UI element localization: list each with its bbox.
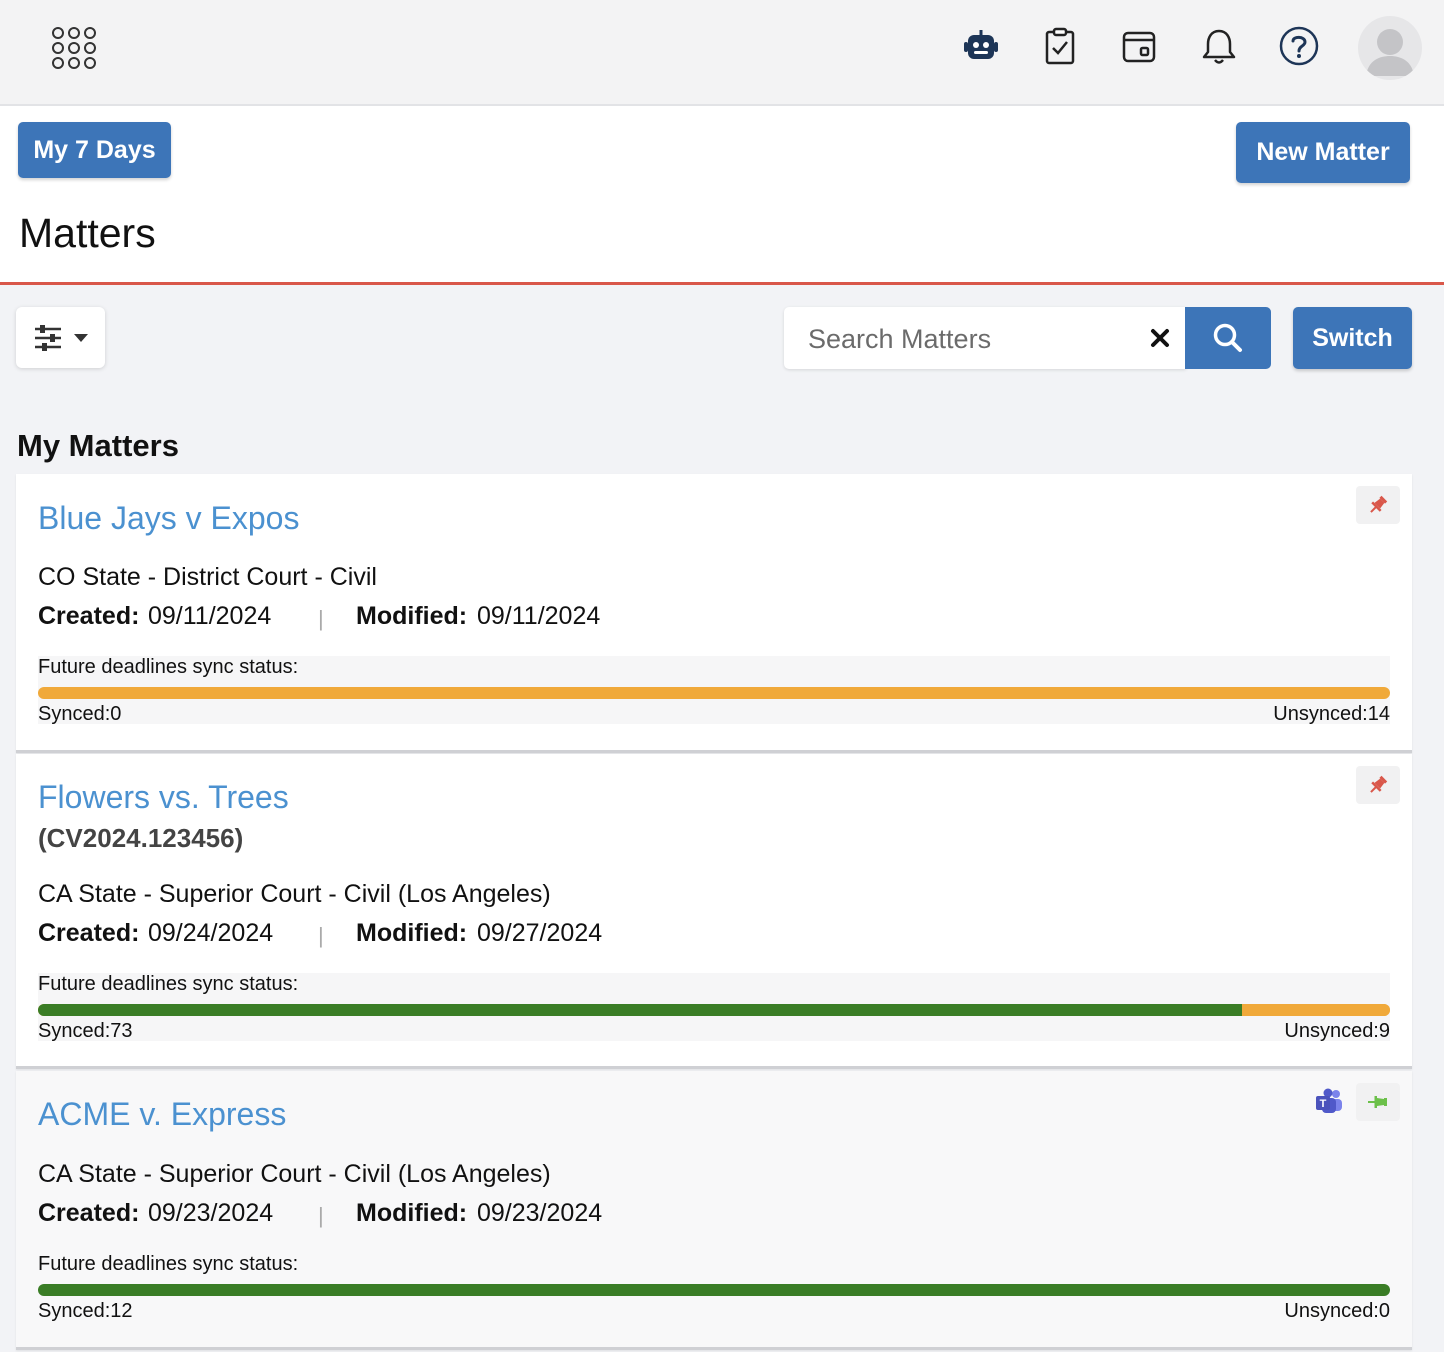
matter-title-link[interactable]: Flowers vs. Trees	[38, 779, 289, 816]
page-title: Matters	[19, 210, 156, 256]
pin-icon	[1370, 495, 1388, 513]
created-label: Created:	[38, 919, 140, 947]
case-number: (CV2024.123456)	[38, 823, 244, 853]
sync-progress-bar	[38, 687, 1390, 699]
clear-search-icon[interactable]	[1148, 326, 1172, 350]
modified-date: 09/23/2024	[477, 1199, 603, 1227]
created-label: Created:	[38, 602, 140, 630]
matter-card: ACME v. Express T CA State - Superior Co…	[16, 1071, 1412, 1350]
switch-button[interactable]: Switch	[1293, 307, 1412, 369]
caret-down-icon	[73, 333, 88, 342]
pin-icon	[1368, 1096, 1387, 1108]
court-name: CA State - Superior Court - Civil (Los A…	[38, 880, 551, 908]
my-7-days-button[interactable]: My 7 Days	[18, 122, 171, 178]
matter-title-link[interactable]: Blue Jays v Expos	[38, 500, 299, 537]
sync-status: Future deadlines sync status: Synced:12 …	[38, 1253, 1390, 1322]
svg-text:T: T	[1320, 1098, 1327, 1110]
matter-dates: Created: 09/11/2024 | Modified: 09/11/20…	[38, 602, 838, 632]
unsynced-count: Unsynced:14	[1273, 703, 1390, 725]
sync-status: Future deadlines sync status: Synced:0 U…	[38, 656, 1390, 725]
matter-card: Blue Jays v Expos CO State - District Co…	[16, 474, 1412, 753]
sync-status-label: Future deadlines sync status:	[38, 1253, 299, 1275]
modified-label: Modified:	[356, 1199, 468, 1227]
unsynced-fill	[1241, 1004, 1390, 1016]
modified-date: 09/27/2024	[477, 919, 603, 947]
pin-button[interactable]	[1356, 486, 1400, 524]
court-name: CO State - District Court - Civil	[38, 563, 377, 591]
matter-dates: Created: 09/23/2024 | Modified: 09/23/20…	[38, 1199, 838, 1229]
divider: |	[318, 923, 324, 948]
matter-title-link[interactable]: ACME v. Express	[38, 1096, 286, 1133]
synced-count: Synced:0	[38, 703, 122, 725]
unpin-button[interactable]	[1356, 1083, 1400, 1121]
created-label: Created:	[38, 1199, 140, 1227]
sync-status: Future deadlines sync status: Synced:73 …	[38, 973, 1390, 1042]
apps-grid-icon[interactable]	[52, 27, 96, 69]
divider: |	[318, 606, 324, 631]
modified-date: 09/11/2024	[477, 602, 601, 630]
search-input[interactable]	[806, 321, 1140, 357]
teams-icon[interactable]: T	[1314, 1087, 1344, 1117]
top-navigation-bar	[0, 0, 1444, 106]
search-button[interactable]	[1185, 307, 1271, 369]
sliders-icon	[34, 324, 61, 351]
robot-icon[interactable]	[959, 24, 1003, 68]
created-date: 09/24/2024	[148, 919, 274, 947]
bell-icon[interactable]	[1197, 24, 1241, 68]
modified-label: Modified:	[356, 602, 468, 630]
pin-button[interactable]	[1356, 766, 1400, 804]
new-matter-button[interactable]: New Matter	[1236, 122, 1410, 183]
section-title: My Matters	[17, 428, 179, 463]
sync-status-label: Future deadlines sync status:	[38, 973, 299, 995]
divider: |	[318, 1203, 324, 1228]
avatar[interactable]	[1358, 16, 1422, 80]
sync-progress-bar	[38, 1284, 1390, 1296]
synced-count: Synced:73	[38, 1020, 133, 1042]
created-date: 09/11/2024	[148, 602, 272, 630]
synced-count: Synced:12	[38, 1300, 133, 1322]
matter-card: Flowers vs. Trees (CV2024.123456) CA Sta…	[16, 754, 1412, 1069]
court-name: CA State - Superior Court - Civil (Los A…	[38, 1160, 551, 1188]
unsynced-count: Unsynced:0	[1284, 1300, 1390, 1322]
clipboard-check-icon[interactable]	[1038, 24, 1082, 68]
filter-dropdown-button[interactable]	[16, 307, 105, 368]
search-field	[784, 307, 1186, 369]
page-header: My 7 Days New Matter Matters	[0, 106, 1444, 285]
sync-status-label: Future deadlines sync status:	[38, 656, 299, 678]
synced-fill	[38, 1284, 1390, 1296]
matter-dates: Created: 09/24/2024 | Modified: 09/27/20…	[38, 919, 838, 949]
help-icon[interactable]	[1277, 24, 1321, 68]
sync-progress-bar	[38, 1004, 1390, 1016]
modified-label: Modified:	[356, 919, 468, 947]
unsynced-fill	[38, 687, 1390, 699]
synced-fill	[38, 1004, 1242, 1016]
search-icon	[1213, 323, 1242, 352]
created-date: 09/23/2024	[148, 1199, 274, 1227]
unsynced-count: Unsynced:9	[1284, 1020, 1390, 1042]
calendar-icon[interactable]	[1117, 24, 1161, 68]
pin-icon	[1370, 775, 1388, 793]
